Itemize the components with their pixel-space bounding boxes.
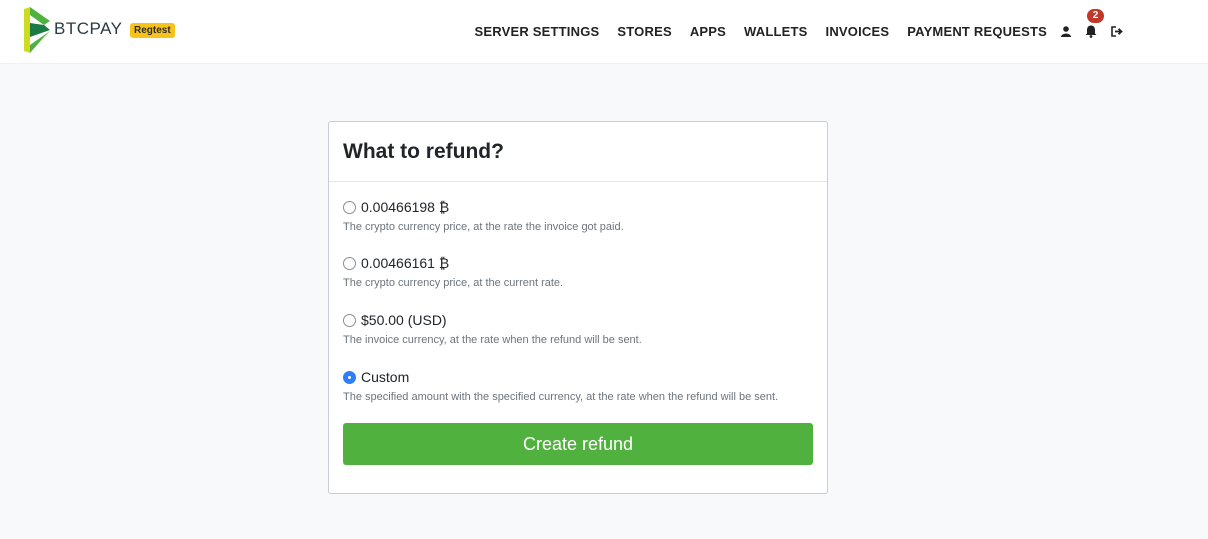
brand-logo[interactable]: BTCPAY Regtest bbox=[22, 7, 175, 53]
page-title: What to refund? bbox=[343, 139, 504, 163]
regtest-badge: Regtest bbox=[130, 23, 175, 38]
nav-server-settings[interactable]: SERVER SETTINGS bbox=[475, 24, 600, 39]
option-help: The invoice currency, at the rate when t… bbox=[343, 334, 642, 346]
top-navbar: BTCPAY Regtest SERVER SETTINGS STORES AP… bbox=[0, 0, 1208, 64]
nav-stores[interactable]: STORES bbox=[617, 24, 671, 39]
notification-count-badge: 2 bbox=[1087, 9, 1104, 23]
radio-invoice-currency[interactable] bbox=[343, 313, 356, 327]
user-icon[interactable] bbox=[1061, 26, 1071, 37]
option-help: The crypto currency price, at the curren… bbox=[343, 277, 564, 289]
radio-custom[interactable] bbox=[343, 370, 356, 384]
btcpay-logo-icon bbox=[24, 7, 50, 53]
card-header: What to refund? bbox=[329, 122, 827, 182]
nav-apps[interactable]: APPS bbox=[690, 24, 726, 39]
option-label[interactable]: Custom bbox=[361, 369, 409, 385]
create-refund-button[interactable]: Create refund bbox=[343, 423, 813, 465]
logout-icon[interactable] bbox=[1111, 26, 1123, 37]
nav-payment-requests[interactable]: PAYMENT REQUESTS bbox=[907, 24, 1047, 39]
nav-invoices[interactable]: INVOICES bbox=[826, 24, 890, 39]
brand-name: BTCPAY bbox=[54, 19, 123, 38]
refund-option-current-rate[interactable]: 0.00466161 ₿ The crypto currency price, … bbox=[343, 254, 563, 289]
main-nav: SERVER SETTINGS STORES APPS WALLETS INVO… bbox=[475, 0, 1208, 63]
nav-wallets[interactable]: WALLETS bbox=[744, 24, 808, 39]
refund-card: What to refund? 0.00466198 ₿ The crypto … bbox=[328, 121, 828, 494]
option-help: The crypto currency price, at the rate t… bbox=[343, 221, 624, 233]
option-label[interactable]: $50.00 (USD) bbox=[361, 312, 447, 328]
refund-option-paid-rate[interactable]: 0.00466198 ₿ The crypto currency price, … bbox=[343, 198, 624, 233]
option-label[interactable]: 0.00466198 ₿ bbox=[361, 199, 449, 215]
option-help: The specified amount with the specified … bbox=[343, 391, 779, 403]
radio-current-rate[interactable] bbox=[343, 256, 356, 270]
radio-paid-rate[interactable] bbox=[343, 200, 356, 214]
bell-icon[interactable]: 2 bbox=[1085, 9, 1104, 38]
refund-option-invoice-currency[interactable]: $50.00 (USD) The invoice currency, at th… bbox=[343, 311, 642, 346]
refund-option-custom[interactable]: Custom The specified amount with the spe… bbox=[343, 368, 778, 403]
option-label[interactable]: 0.00466161 ₿ bbox=[361, 255, 449, 271]
